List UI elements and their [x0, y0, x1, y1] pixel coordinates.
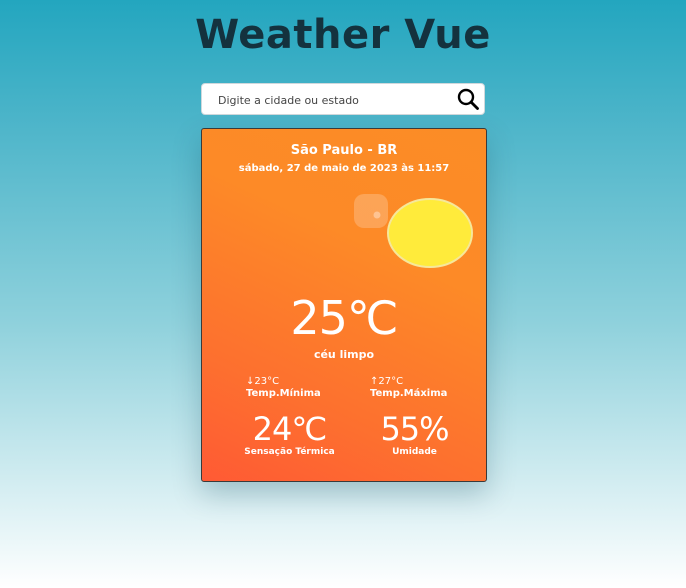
date-time: sábado, 27 de maio de 2023 às 11:57	[238, 163, 450, 174]
search-bar	[201, 83, 485, 116]
city-name: São Paulo - BR	[290, 143, 398, 158]
search-icon[interactable]	[456, 87, 480, 111]
feels-like: 24℃ Sensação Térmica	[232, 411, 347, 457]
max-temperature-label: Temp.Máxima	[370, 388, 448, 399]
min-temperature-label: Temp.Mínima	[246, 388, 321, 399]
feels-like-label: Sensação Térmica	[244, 447, 335, 457]
weather-card: São Paulo - BR sábado, 27 de maio de 202…	[201, 128, 487, 482]
current-temperature: 25℃	[290, 291, 398, 345]
min-temperature: ↓23°C Temp.Mínima	[246, 376, 321, 399]
clear-sky-sun-icon	[352, 191, 476, 271]
humidity: 55% Umidade	[367, 411, 462, 457]
feels-like-value: 24℃	[252, 410, 328, 448]
search-input[interactable]	[210, 84, 460, 116]
min-temperature-value: ↓23°C	[246, 376, 280, 387]
humidity-value: 55%	[380, 410, 449, 448]
weather-description: céu limpo	[313, 348, 375, 361]
app-title: Weather Vue	[195, 12, 491, 58]
humidity-label: Umidade	[392, 447, 437, 457]
max-temperature-value: ↑27°C	[370, 376, 404, 387]
max-temperature: ↑27°C Temp.Máxima	[370, 376, 447, 399]
